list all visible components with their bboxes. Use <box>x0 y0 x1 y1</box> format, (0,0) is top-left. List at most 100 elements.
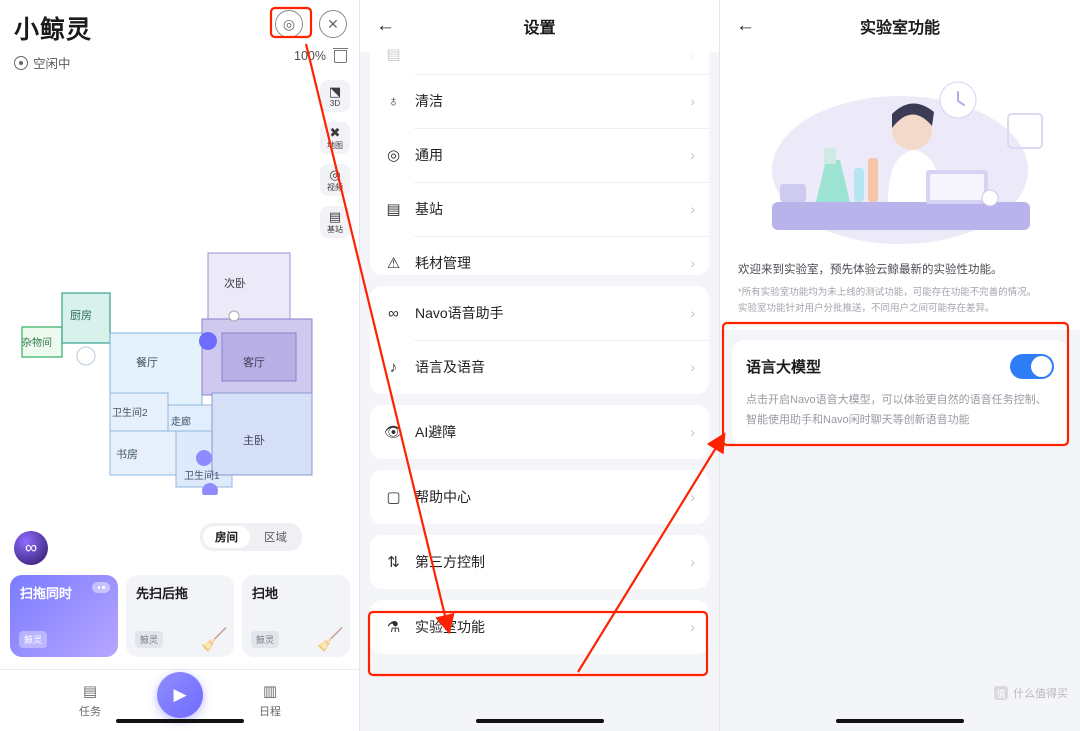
lab-features-panel: ← 实验室功能 欢迎来到实验室，预先体验云鲸最新的实验性功能。 *所有实验室功能… <box>720 0 1080 731</box>
more-dots-icon[interactable] <box>92 582 110 593</box>
eye-icon: 👁 <box>384 424 404 441</box>
close-icon[interactable]: ✕ <box>319 10 347 38</box>
settings-group-6: ⚗ 实验室功能 › <box>370 600 709 654</box>
room-label: 次卧 <box>224 278 246 290</box>
flask-icon: ⚗ <box>386 619 401 636</box>
settings-row-label: 基站 <box>415 201 443 217</box>
lab-nav-bar: ← 实验室功能 <box>720 0 1080 52</box>
dock-icon: ▤ <box>386 201 401 218</box>
room-label: 卫生间2 <box>112 408 148 419</box>
settings-row-label: 语言及语音 <box>415 359 485 375</box>
tab-schedule[interactable]: ▥ 日程 <box>180 682 359 719</box>
room-label: 杂物间 <box>22 338 52 349</box>
mode-badge: 鲸灵 <box>135 631 164 648</box>
settings-row-label: AI避障 <box>415 424 457 440</box>
general-icon: ◎ <box>386 147 401 164</box>
settings-group-3: 👁 AI避障 › <box>370 405 709 459</box>
map-area[interactable]: 次卧 厨房 杂物间 餐厅 客厅 卫生间2 走廊 主卧 书房 卫生间1 ⬔ 3D … <box>0 75 360 495</box>
settings-row-cleaning[interactable]: ♁ 清洁 › <box>370 74 709 128</box>
screenshot-root: 小鲸灵 空闲中 ◎ ✕ 100% 次卧 厨房 杂物间 餐厅 客厅 卫生间2 走廊… <box>0 0 1080 731</box>
mode-card-sweep[interactable]: 扫地 🧹 鲸灵 <box>242 575 350 657</box>
watermark-text: 什么值得买 <box>1013 688 1068 700</box>
language-model-description: 点击开启Navo语音大模型，可以体验更自然的语音任务控制、智能使用助手和Navo… <box>746 394 1047 426</box>
partial-icon: ▤ <box>386 46 401 63</box>
settings-row-dock[interactable]: ▤ 基站 › <box>370 182 709 236</box>
cube-icon: ⬔ <box>328 83 342 99</box>
map-tool-label: 地图 <box>327 140 343 150</box>
mode-label: 扫地 <box>252 586 279 601</box>
settings-row-partial[interactable]: ▤ › <box>370 34 709 74</box>
mode-card-sweep-then-mop[interactable]: 先扫后拖 🧹 鲸灵 <box>126 575 234 657</box>
back-icon[interactable]: ← <box>736 15 755 37</box>
schedule-icon: ▥ <box>262 683 278 700</box>
settings-group-5: ⇅ 第三方控制 › <box>370 535 709 589</box>
chevron-right-icon: › <box>690 424 695 440</box>
settings-group-4: ▢ 帮助中心 › <box>370 470 709 524</box>
map-tool-3d[interactable]: ⬔ 3D <box>320 80 350 112</box>
map-view-segmented[interactable]: 房间 区域 <box>200 523 302 551</box>
status-text: 空闲中 <box>33 57 71 71</box>
chevron-right-icon: › <box>690 489 695 505</box>
settings-row-lab-features[interactable]: ⚗ 实验室功能 › <box>370 600 709 654</box>
room-label: 客厅 <box>243 357 265 369</box>
floor-plan-map[interactable] <box>0 75 360 495</box>
lab-hero-illustration <box>720 52 1080 257</box>
watermark-badge-icon: 值 <box>994 686 1008 700</box>
voice-assistant-icon: ∞ <box>388 304 399 322</box>
mop-icon: 🧹 <box>200 627 228 652</box>
robot-app-home-panel: 小鲸灵 空闲中 ◎ ✕ 100% 次卧 厨房 杂物间 餐厅 客厅 卫生间2 走廊… <box>0 0 360 731</box>
chevron-right-icon: › <box>690 201 695 217</box>
panel1-bottom: ∞ 房间 区域 扫拖同时 鲸灵 先扫后拖 🧹 鲸灵 扫地 🧹 鲸灵 ▤ 任务 ▥… <box>0 523 359 731</box>
segment-rooms[interactable]: 房间 <box>203 526 250 548</box>
lab-title: 实验室功能 <box>859 20 940 37</box>
tab-tasks[interactable]: ▤ 任务 <box>0 682 180 719</box>
lab-note-line1: *所有实验室功能均为未上线的测试功能，可能存在功能不完善的情况。 <box>738 287 1037 298</box>
lab-welcome-text: 欢迎来到实验室，预先体验云鲸最新的实验性功能。 <box>738 264 1003 276</box>
lab-description: 欢迎来到实验室，预先体验云鲸最新的实验性功能。 *所有实验室功能均为未上线的测试… <box>720 257 1080 331</box>
dock-icon: ▤ <box>328 208 342 224</box>
room-label: 走廊 <box>171 417 191 428</box>
status-icon <box>14 55 28 70</box>
settings-row-voice-assistant[interactable]: ∞ Navo语音助手 › <box>370 286 709 340</box>
settings-row-label: 通用 <box>415 147 443 163</box>
settings-row-label: 耗材管理 <box>415 255 471 271</box>
settings-row-label: Navo语音助手 <box>415 305 504 321</box>
settings-row-label: 帮助中心 <box>415 489 471 505</box>
map-tool-label: 3D <box>329 98 341 108</box>
target-icon[interactable]: ◎ <box>275 10 303 38</box>
clean-mode-list: 扫拖同时 鲸灵 先扫后拖 🧹 鲸灵 扫地 🧹 鲸灵 <box>0 575 359 669</box>
settings-group-2: ∞ Navo语音助手 › ♪ 语言及语音 › <box>370 286 709 394</box>
room-label: 卫生间1 <box>184 471 220 482</box>
mode-label: 先扫后拖 <box>136 586 189 601</box>
chevron-right-icon: › <box>690 93 695 109</box>
tasks-icon: ▤ <box>82 683 98 700</box>
language-model-title: 语言大模型 <box>746 359 822 377</box>
settings-panel: ← 设置 ▤ › ♁ 清洁 › ◎ 通用 › ▤ 基站 › ⚠ 耗材管理 › ∞… <box>360 0 720 731</box>
scientist-illustration <box>772 81 1043 244</box>
consumables-icon: ⚠ <box>386 255 401 272</box>
third-party-icon: ⇅ <box>387 554 400 571</box>
settings-row-third-party[interactable]: ⇅ 第三方控制 › <box>370 535 709 589</box>
language-model-toggle[interactable] <box>1010 354 1054 380</box>
mode-card-sweep-mop[interactable]: 扫拖同时 鲸灵 <box>10 575 118 657</box>
camera-icon: ◎ <box>329 166 341 182</box>
ai-assistant-orb[interactable]: ∞ <box>14 531 48 565</box>
segment-zones[interactable]: 区域 <box>252 526 299 548</box>
settings-row-general[interactable]: ◎ 通用 › <box>370 128 709 182</box>
chevron-right-icon: › <box>690 619 695 635</box>
settings-row-label: 清洁 <box>415 93 443 109</box>
help-icon: ▢ <box>386 489 401 506</box>
battery-level: 100% <box>294 48 326 63</box>
room-label: 主卧 <box>243 435 265 447</box>
settings-row-help-center[interactable]: ▢ 帮助中心 › <box>370 470 709 524</box>
trash-icon[interactable] <box>333 48 348 63</box>
map-tool-dock[interactable]: ▤ 基站 <box>320 206 350 238</box>
language-model-card[interactable]: 语言大模型 点击开启Navo语音大模型，可以体验更自然的语音任务控制、智能使用助… <box>732 340 1068 446</box>
battery-indicator: 100% <box>294 48 348 63</box>
settings-row-consumables[interactable]: ⚠ 耗材管理 › <box>370 236 709 275</box>
start-clean-button[interactable]: ▶ <box>157 672 203 718</box>
settings-row-ai-avoidance[interactable]: 👁 AI避障 › <box>370 405 709 459</box>
settings-row-language-voice[interactable]: ♪ 语言及语音 › <box>370 340 709 394</box>
map-tool-map[interactable]: ✖ 地图 <box>320 122 350 154</box>
map-tool-video[interactable]: ◎ 视频 <box>320 164 350 196</box>
